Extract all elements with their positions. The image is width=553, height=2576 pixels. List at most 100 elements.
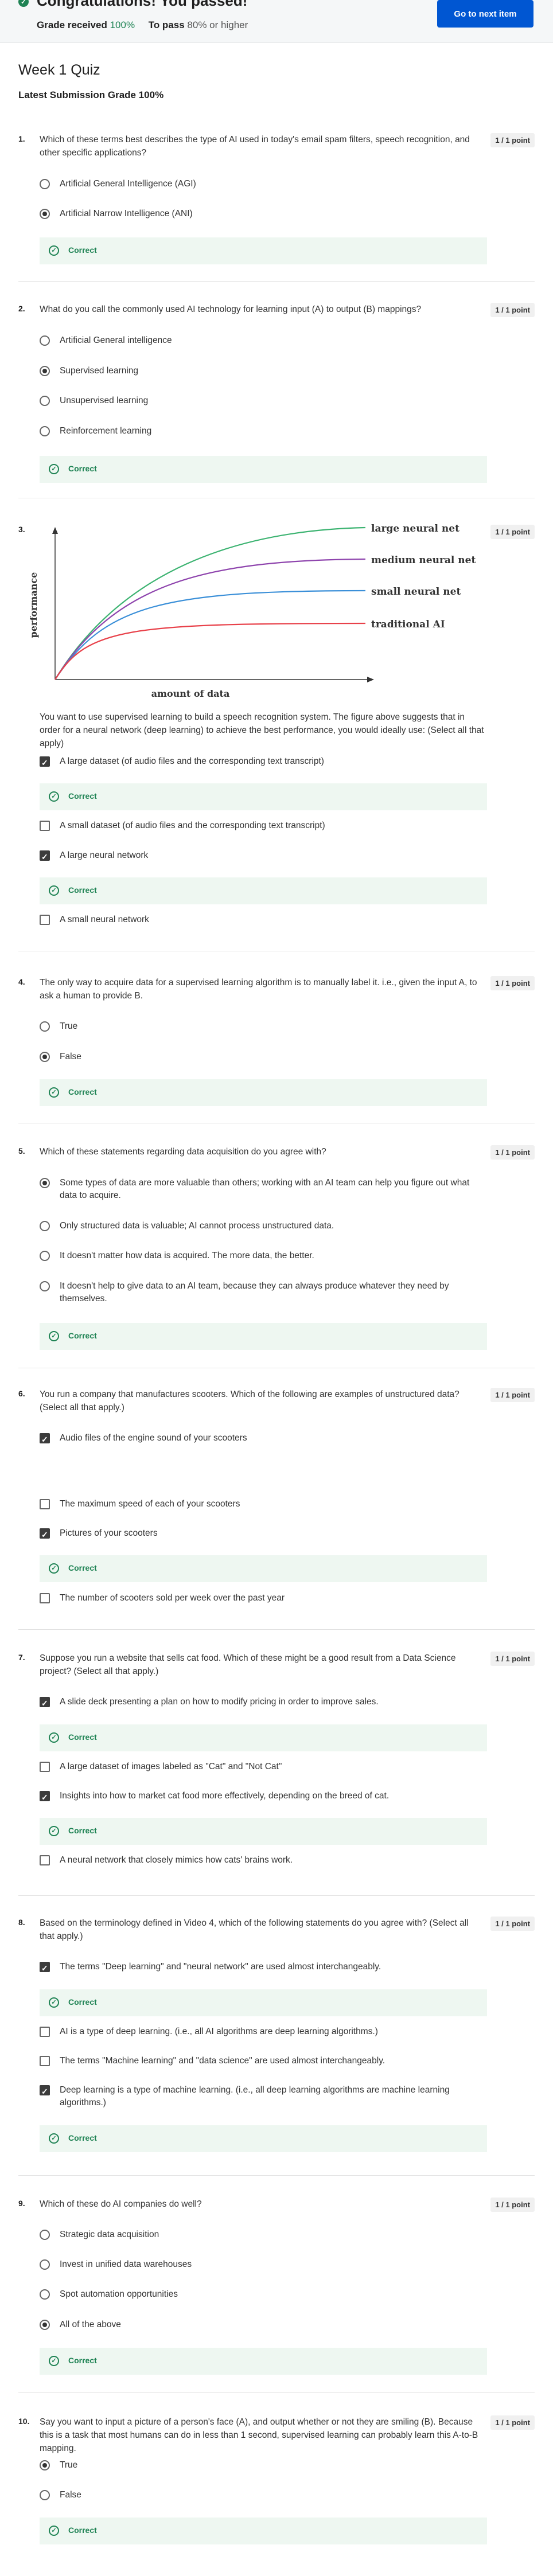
points-badge: 1 / 1 point (490, 1145, 535, 1160)
check-icon: ✓ (49, 1997, 59, 2008)
feedback-text: Correct (68, 1331, 97, 1340)
option-label: A slide deck presenting a plan on how to… (60, 1697, 379, 1707)
question-text: Say you want to input a picture of a per… (40, 2417, 478, 2453)
option-label: Invest in unified data warehouses (60, 2259, 192, 2269)
radio-button-selected[interactable] (40, 1178, 50, 1188)
checkbox-checked[interactable] (40, 1791, 50, 1804)
points-badge: 1 / 1 point (490, 976, 535, 990)
correct-feedback: ✓ Correct (40, 1079, 487, 1106)
learning-curve-figure: large neural net medium neural net small… (28, 523, 476, 699)
correct-feedback: ✓ Correct (40, 783, 487, 810)
option-label: Only structured data is valuable; AI can… (60, 1221, 334, 1231)
radio-button[interactable] (40, 2490, 50, 2500)
grade-received-value: 100% (110, 19, 135, 30)
radio-button[interactable] (40, 1021, 50, 1032)
option-label: Reinforcement learning (60, 426, 152, 436)
radio-button[interactable] (40, 2289, 50, 2300)
radio-button-selected[interactable] (40, 209, 50, 219)
question-number: 9. (18, 2199, 25, 2208)
checkbox[interactable] (40, 1762, 50, 1772)
checkbox-checked[interactable] (40, 1962, 50, 1974)
question-number: 6. (18, 1389, 25, 1398)
option-label: A large dataset of images labeled as "Ca… (60, 1762, 282, 1771)
points-badge: 1 / 1 point (490, 2198, 535, 2212)
radio-button-selected[interactable] (40, 1052, 50, 1062)
check-icon: ✓ (49, 1087, 59, 1098)
option-label: Spot automation opportunities (60, 2289, 178, 2299)
checkbox[interactable] (40, 2027, 50, 2037)
option-label: Pictures of your scooters (60, 1528, 158, 1538)
option-label: The terms "Machine learning" and "data s… (60, 2056, 385, 2066)
feedback-text: Correct (68, 885, 97, 895)
check-icon: ✓ (49, 1732, 59, 1743)
question-text: Based on the terminology defined in Vide… (40, 1918, 469, 1941)
checkbox[interactable] (40, 1855, 50, 1865)
points-badge: 1 / 1 point (490, 1652, 535, 1666)
option-label: Supervised learning (60, 366, 139, 376)
checkbox-checked[interactable] (40, 1697, 50, 1709)
option-label: It doesn't help to give data to an AI te… (60, 1281, 449, 1303)
checkbox[interactable] (40, 1499, 50, 1509)
option-label: Artificial General intelligence (60, 335, 172, 345)
radio-button[interactable] (40, 2230, 50, 2240)
radio-button-selected[interactable] (40, 2320, 50, 2330)
option-label: All of the above (60, 2320, 121, 2329)
checkbox-checked[interactable] (40, 1528, 50, 1541)
option-label: The number of scooters sold per week ove… (60, 1593, 285, 1603)
points-badge: 1 / 1 point (490, 133, 535, 147)
radio-button[interactable] (40, 179, 50, 189)
check-icon: ✓ (49, 2526, 59, 2536)
checkbox[interactable] (40, 1593, 50, 1603)
radio-button[interactable] (40, 335, 50, 346)
radio-button[interactable] (40, 2259, 50, 2270)
checkbox[interactable] (40, 2056, 50, 2066)
question-text: Which of these terms best describes the … (40, 135, 470, 158)
option-label: Artificial Narrow Intelligence (ANI) (60, 209, 193, 218)
checkbox[interactable] (40, 821, 50, 831)
correct-feedback: ✓ Correct (40, 2518, 487, 2544)
checkbox-checked[interactable] (40, 850, 50, 863)
points-badge: 1 / 1 point (490, 303, 535, 317)
radio-button[interactable] (40, 1281, 50, 1291)
option-label: True (60, 2460, 78, 2470)
radio-button[interactable] (40, 396, 50, 406)
radio-button[interactable] (40, 426, 50, 436)
question-text: What do you call the commonly used AI te… (40, 305, 422, 314)
question-number: 10. (18, 2417, 30, 2426)
feedback-text: Correct (68, 1563, 97, 1572)
y-axis-label: performance (28, 572, 39, 638)
legend-large-neural-net: large neural net (371, 523, 459, 534)
question-number: 4. (18, 977, 25, 986)
legend-small-neural-net: small neural net (371, 586, 461, 598)
check-icon: ✓ (49, 2133, 59, 2144)
legend-medium-neural-net: medium neural net (371, 555, 476, 566)
question-text: Suppose you run a website that sells cat… (40, 1653, 456, 1676)
checkbox-checked[interactable] (40, 756, 50, 769)
option-label: A small dataset (of audio files and the … (60, 821, 325, 830)
question-text: The only way to acquire data for a super… (40, 978, 477, 1001)
radio-button-selected[interactable] (40, 366, 50, 376)
question-text: You want to use supervised learning to b… (40, 712, 484, 748)
option-label: Audio files of the engine sound of your … (60, 1433, 247, 1443)
x-axis-label: amount of data (151, 688, 230, 699)
checkbox[interactable] (40, 915, 50, 925)
feedback-text: Correct (68, 2356, 97, 2365)
question-text: Which of these statements regarding data… (40, 1147, 326, 1157)
question-number: 5. (18, 1146, 25, 1156)
to-pass-value: 80% or higher (187, 19, 248, 30)
option-label: The maximum speed of each of your scoote… (60, 1499, 240, 1509)
curve-large-neural-net (54, 526, 366, 680)
feedback-text: Correct (68, 2133, 97, 2142)
feedback-text: Correct (68, 791, 97, 801)
feedback-text: Correct (68, 1826, 97, 1835)
correct-feedback: ✓ Correct (40, 1989, 487, 2016)
checkbox-checked[interactable] (40, 2085, 50, 2098)
radio-button[interactable] (40, 1251, 50, 1261)
checkbox-checked[interactable] (40, 1433, 50, 1446)
feedback-text: Correct (68, 1732, 97, 1742)
radio-button[interactable] (40, 1221, 50, 1231)
option-label: Some types of data are more valuable tha… (60, 1178, 470, 1200)
go-to-next-item-button[interactable]: Go to next item (437, 0, 533, 28)
radio-button-selected[interactable] (40, 2460, 50, 2470)
correct-feedback: ✓ Correct (40, 456, 487, 483)
